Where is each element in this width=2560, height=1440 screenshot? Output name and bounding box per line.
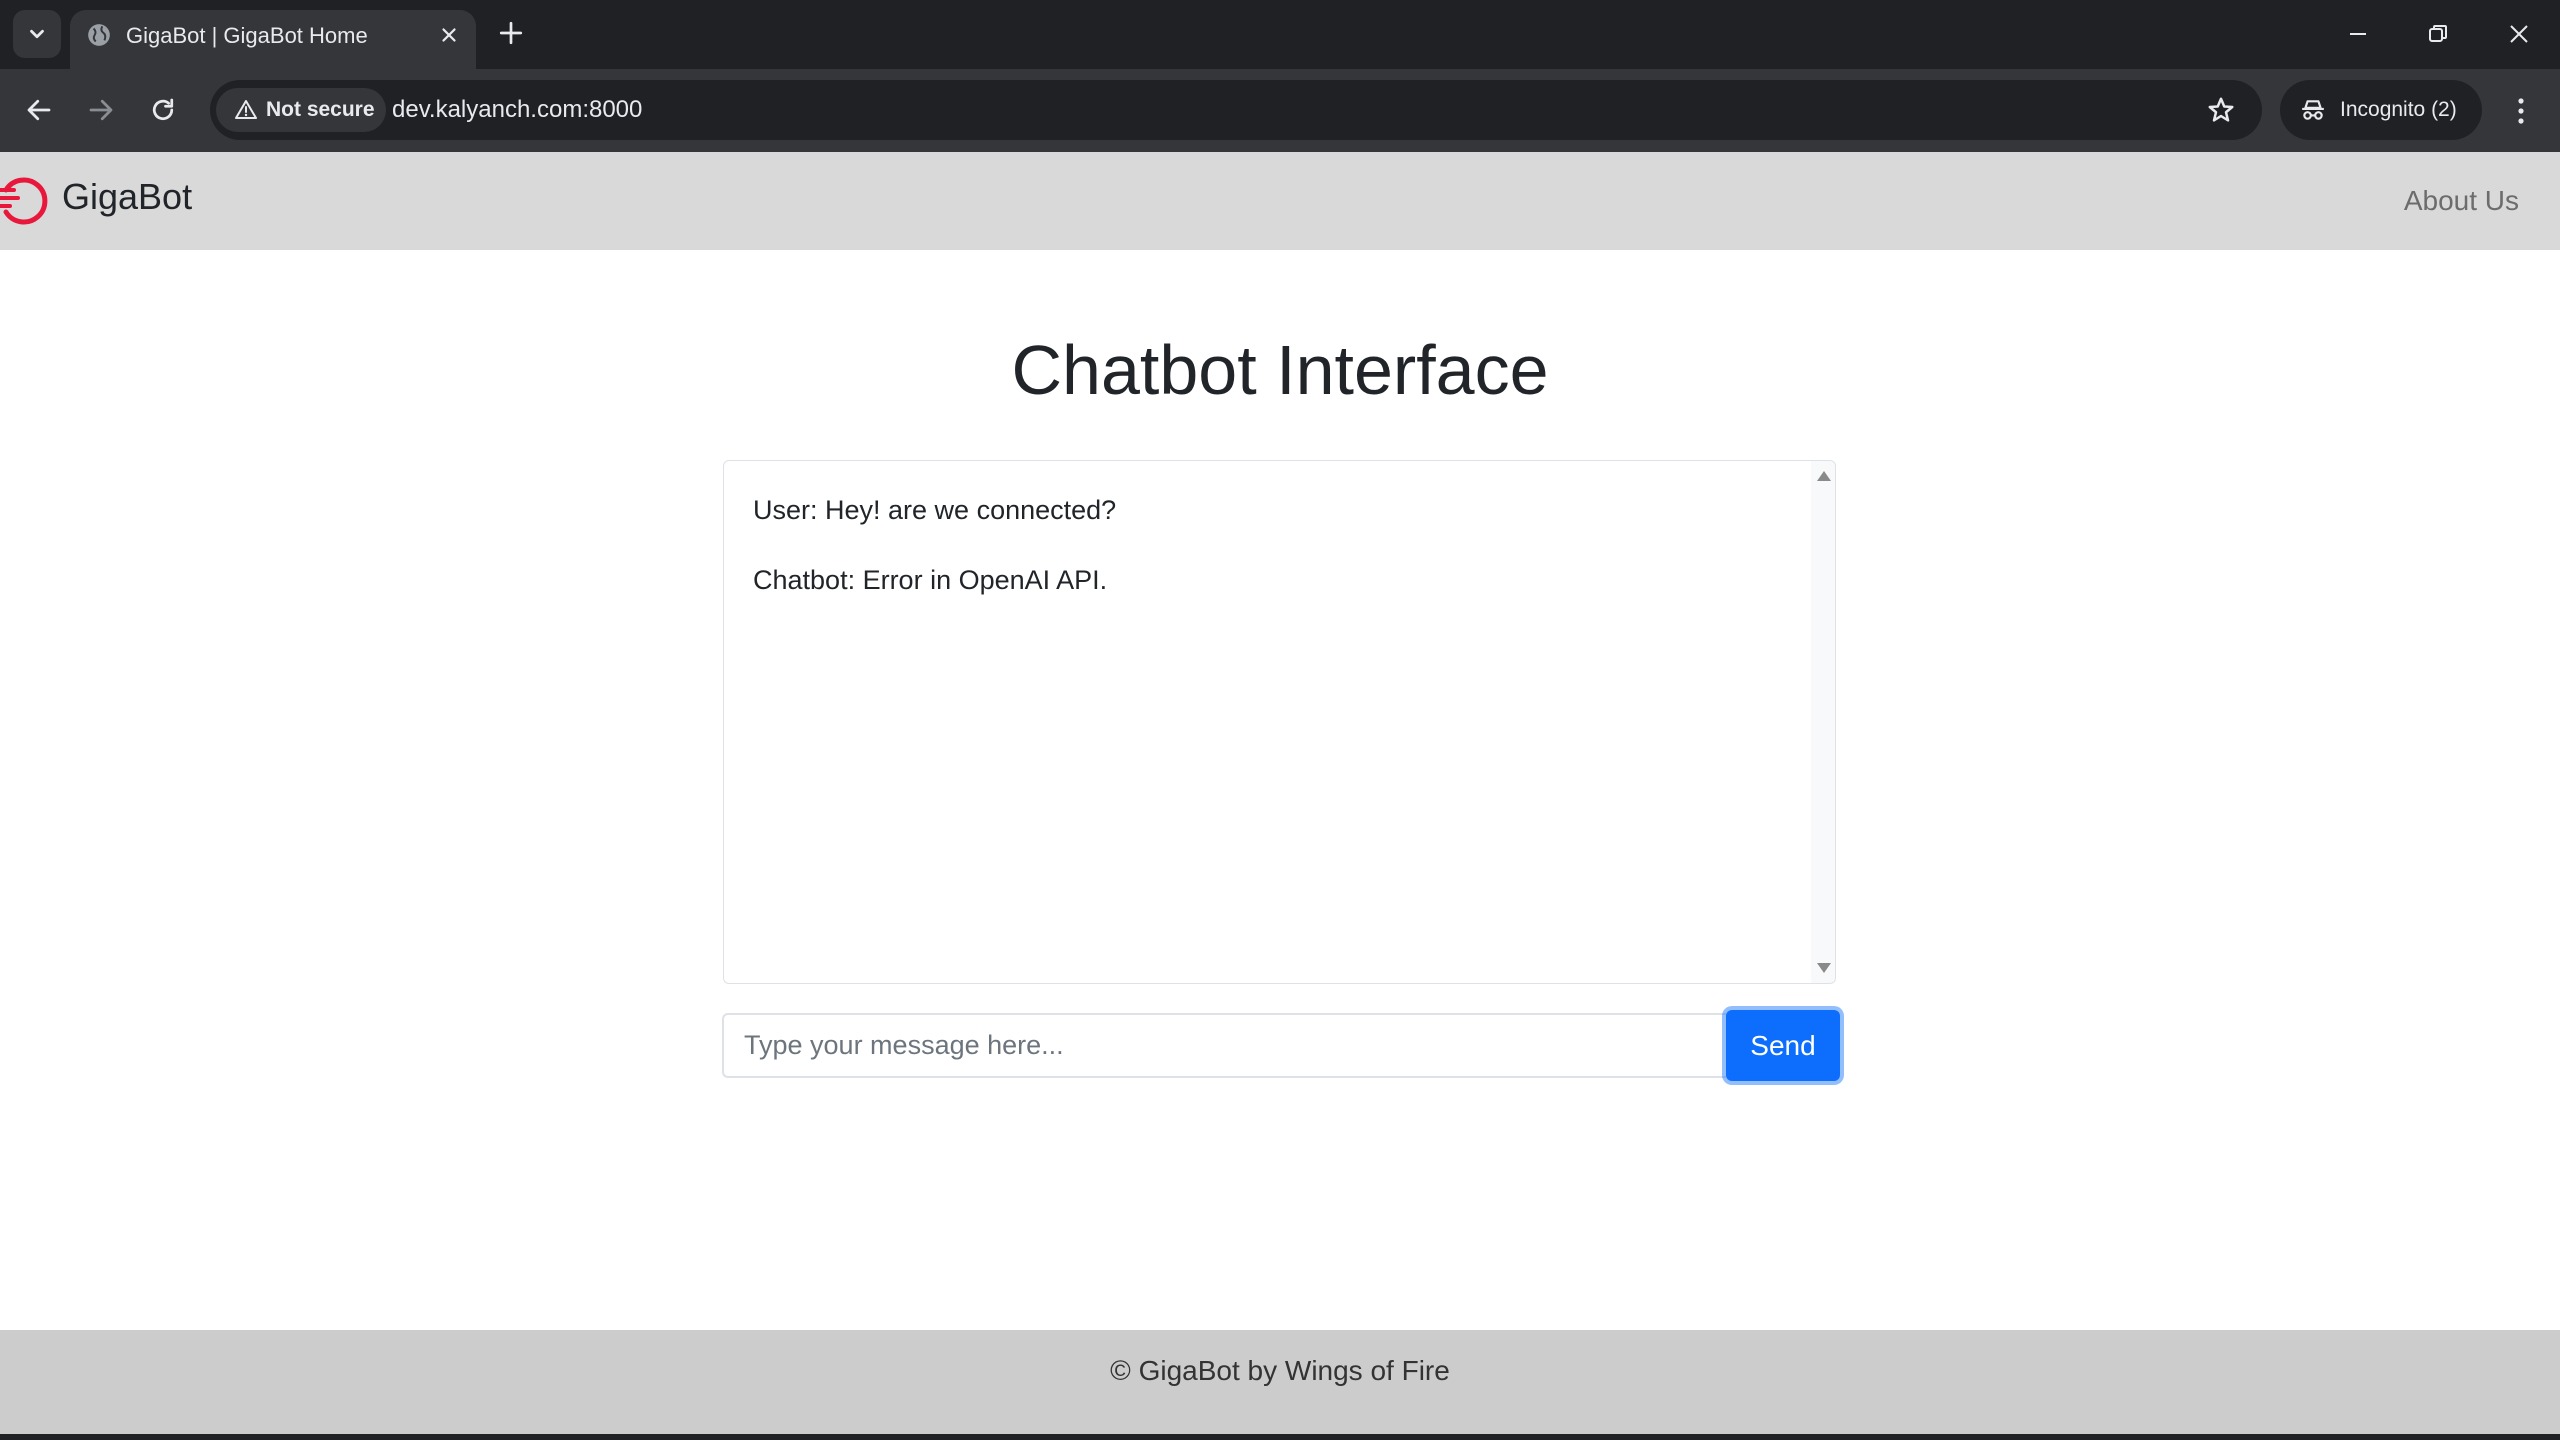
reload-icon[interactable] (148, 95, 178, 125)
incognito-icon (2302, 100, 2324, 120)
browser-tab-active[interactable]: GigaBot | GigaBot Home (70, 10, 476, 69)
url-text: dev.kalyanch.com:8000 (392, 96, 643, 123)
close-window-icon[interactable] (2507, 22, 2531, 46)
gigabot-logo-icon[interactable] (0, 174, 54, 228)
browser-tab-strip: GigaBot | GigaBot Home (0, 0, 2560, 69)
scroll-down-arrow-icon[interactable] (1817, 963, 1831, 973)
globe-icon (88, 24, 110, 46)
window-bottom-edge (0, 1434, 2560, 1440)
incognito-indicator[interactable]: Incognito (2) (2280, 80, 2482, 140)
tab-title: GigaBot | GigaBot Home (126, 23, 368, 48)
forward-arrow-icon[interactable] (86, 95, 116, 125)
site-footer: © GigaBot by Wings of Fire (0, 1330, 2560, 1434)
security-chip[interactable]: Not secure (216, 88, 386, 132)
close-tab-icon[interactable] (438, 24, 460, 46)
kebab-menu-icon[interactable] (2509, 93, 2533, 129)
back-arrow-icon[interactable] (24, 95, 54, 125)
brand-name[interactable]: GigaBot (62, 176, 192, 218)
address-bar[interactable]: Not secure dev.kalyanch.com:8000 (210, 80, 2262, 140)
incognito-label: Incognito (2) (2340, 98, 2457, 121)
tab-search-button[interactable] (13, 10, 61, 58)
browser-toolbar: Not secure dev.kalyanch.com:8000 Incogni… (0, 69, 2560, 152)
footer-text: © GigaBot by Wings of Fire (1110, 1355, 1450, 1386)
chat-scrollbar[interactable] (1811, 461, 1835, 983)
scroll-up-arrow-icon[interactable] (1817, 471, 1831, 481)
message-input[interactable] (722, 1013, 1726, 1078)
chat-message-bot: Chatbot: Error in OpenAI API. (753, 565, 1108, 595)
new-tab-plus-icon[interactable] (498, 20, 524, 46)
warning-icon (235, 100, 257, 119)
bookmark-star-icon[interactable] (2206, 95, 2236, 125)
chat-log[interactable]: User: Hey! are we connected? Chatbot: Er… (723, 460, 1836, 984)
page-title: Chatbot Interface (1011, 331, 1549, 409)
about-us-link[interactable]: About Us (2404, 185, 2519, 217)
security-label: Not secure (266, 98, 375, 121)
site-navbar: GigaBot About Us (0, 152, 2560, 250)
chat-message-user: User: Hey! are we connected? (753, 495, 1117, 525)
minimize-icon[interactable] (2346, 22, 2370, 46)
chevron-down-icon (30, 29, 44, 39)
restore-icon[interactable] (2426, 22, 2450, 46)
send-button[interactable]: Send (1726, 1010, 1840, 1081)
